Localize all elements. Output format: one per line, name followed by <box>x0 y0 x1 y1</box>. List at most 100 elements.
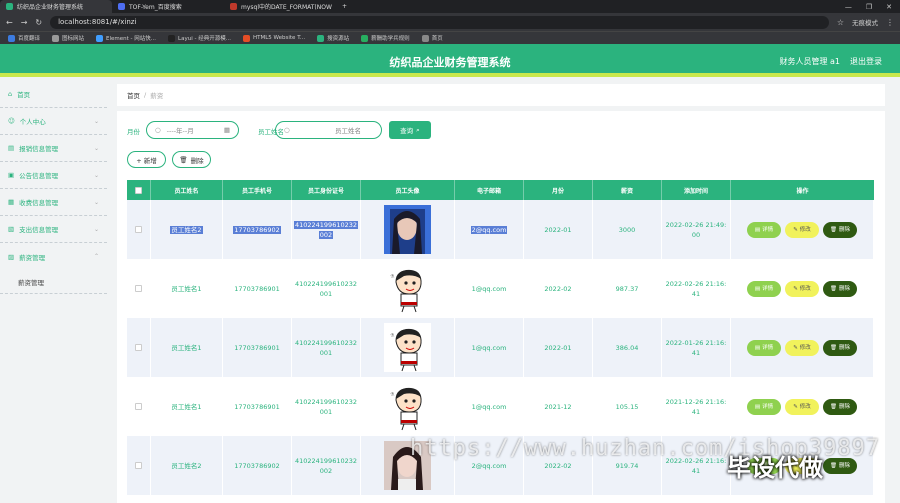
bookmark-item[interactable]: 薪酬助学兵规则 <box>361 34 410 42</box>
row-checkbox[interactable] <box>135 403 142 410</box>
detail-button[interactable]: ▤ 详情 <box>747 339 781 356</box>
cell-name: 员工姓名2 <box>170 225 203 234</box>
header-cell[interactable]: 员工身份证号 <box>292 180 361 200</box>
bookmark-item[interactable]: Layui - 经典开源模... <box>168 34 231 42</box>
url-input[interactable]: localhost:8081/#/xinzi <box>50 15 829 29</box>
table-cell <box>127 436 151 495</box>
table-row[interactable]: 员工姓名1 17703786901 410224199610232 001 ⚗ 1@qq.… <box>127 318 874 377</box>
detail-button[interactable]: ▤ 详情 <box>747 280 781 297</box>
profile-button[interactable]: 无痕模式 <box>852 17 878 27</box>
sidebar-item-label: 薪资管理 <box>19 253 46 262</box>
cell-phone: 17703786901 <box>234 284 280 293</box>
bookmark-item[interactable]: 搜资源站 <box>317 34 349 42</box>
delete-button[interactable]: 🗑 删除 <box>172 151 211 168</box>
sidebar-item-profile[interactable]: ☺ 个人中心 ⌄ <box>0 108 107 135</box>
menu-icon[interactable]: ⋮ <box>886 18 894 27</box>
receipt-icon: ▤ <box>8 144 15 152</box>
sidebar-item-expense[interactable]: ▧ 支出信息管理 ⌄ <box>0 216 107 243</box>
table-header: 员工姓名 员工手机号 员工身份证号 员工头像 电子邮箱 月份 薪资 添加时间 操… <box>127 180 874 200</box>
row-delete-button[interactable]: 🗑 删除 <box>823 221 857 238</box>
back-icon[interactable]: ← <box>6 18 13 27</box>
row-checkbox[interactable] <box>135 285 142 292</box>
edit-button[interactable]: ✎ 修改 <box>785 221 819 238</box>
table-row[interactable]: 员工姓名1 17703786901 410224199610232 001 ⚗ 1@qq.… <box>127 377 874 436</box>
breadcrumb-home[interactable]: 首页 <box>127 90 140 100</box>
cell-time: 2022-02-26 21:16: 41 <box>665 279 727 298</box>
name-input[interactable]: ○ 员工姓名 <box>275 121 382 139</box>
cell-salary: 919.74 <box>615 461 639 470</box>
cell-time: 2021-12-26 21:16: 41 <box>665 397 727 416</box>
sidebar-item-notice[interactable]: ▣ 公告信息管理 ⌄ <box>0 162 107 189</box>
sidebar-item-income[interactable]: ▦ 收费信息管理 ⌄ <box>0 189 107 216</box>
header-cell[interactable]: 电子邮箱 <box>455 180 524 200</box>
edit-button[interactable]: ✎ 修改 <box>785 339 819 356</box>
header-cell[interactable]: 月份 <box>524 180 593 200</box>
search-icon: ○ <box>284 126 290 134</box>
header-cell[interactable]: 员工头像 <box>361 180 455 200</box>
row-delete-button[interactable]: 🗑 删除 <box>823 339 857 356</box>
chevron-down-icon: ⌄ <box>93 171 99 179</box>
add-button[interactable]: + 新增 <box>127 151 166 168</box>
sidebar-item-reimburse[interactable]: ▤ 报销信息管理 ⌄ <box>0 135 107 162</box>
bookmark-item[interactable]: HTML5 Website T... <box>242 34 305 42</box>
table-row[interactable]: 员工姓名2 17703786902 410224199610232 002 2@qq.c… <box>127 200 874 259</box>
edit-button[interactable]: ✎ 修改 <box>785 280 819 297</box>
new-tab-button[interactable]: + <box>336 3 353 10</box>
detail-icon: ▤ <box>754 403 761 410</box>
cell-phone: 17703786902 <box>233 225 281 234</box>
row-delete-button[interactable]: 🗑 删除 <box>823 398 857 415</box>
sidebar-item-home[interactable]: ⌂ 首页 <box>0 81 107 108</box>
browser-tab[interactable]: mysql中的DATE_FORMAT(NOW <box>224 0 336 13</box>
row-checkbox[interactable] <box>135 226 142 233</box>
detail-button[interactable]: ▤ 详情 <box>747 221 781 238</box>
sidebar-item-label: 个人中心 <box>19 118 46 126</box>
table-cell: 员工姓名1 <box>151 318 223 377</box>
cell-name: 员工姓名1 <box>171 343 202 352</box>
tab-favicon <box>118 3 125 10</box>
cell-id-number: 410224199610232 001 <box>294 338 358 357</box>
breadcrumb-separator: / <box>144 91 147 99</box>
table-cell: 17703786901 <box>223 377 292 436</box>
chevron-down-icon: ⌄ <box>93 225 99 233</box>
star-icon[interactable]: ☆ <box>837 18 844 27</box>
search-button[interactable]: 查询 ⌕ <box>389 121 431 139</box>
header-cell[interactable]: 薪资 <box>593 180 662 200</box>
browser-tab[interactable]: 纺织品企业财务管理系统 <box>0 0 112 13</box>
month-input[interactable]: ○ ----年--月 ▦ <box>146 121 239 139</box>
sidebar-item-salary[interactable]: ▨ 薪资管理 ⌃ <box>0 243 107 270</box>
header-cell[interactable]: 操作 <box>731 180 874 200</box>
trash-icon: 🗑 <box>830 226 837 233</box>
cell-email: 1@qq.com <box>471 343 507 352</box>
bookmark-item[interactable]: 首页 <box>421 34 443 42</box>
sidebar-subitem-salary[interactable]: 薪资管理 <box>0 270 107 294</box>
row-checkbox[interactable] <box>135 344 142 351</box>
close-icon[interactable]: ✕ <box>886 3 892 11</box>
header-cell[interactable]: 添加时间 <box>662 180 731 200</box>
select-all-cell[interactable] <box>127 180 151 200</box>
edit-button[interactable]: ✎ 修改 <box>785 398 819 415</box>
row-delete-button[interactable]: 🗑 删除 <box>823 280 857 297</box>
logout-link[interactable]: 退出登录 <box>850 56 882 67</box>
bookmark-item[interactable]: Element - 网站快... <box>96 34 156 42</box>
select-all-checkbox[interactable] <box>135 186 142 194</box>
table-cell: 2021-12 <box>524 377 593 436</box>
bookmark-item[interactable]: 百度翻译 <box>8 34 40 42</box>
cell-salary: 3000 <box>618 225 636 234</box>
table-row[interactable]: 员工姓名1 17703786901 410224199610232 001 ⚗ 1@qq.… <box>127 259 874 318</box>
bookmark-item[interactable]: 图标网站 <box>52 34 84 42</box>
forward-icon[interactable]: → <box>21 18 28 27</box>
detail-button[interactable]: ▤ 详情 <box>747 398 781 415</box>
browser-tab[interactable]: TOF-Yem_百度搜索 <box>112 0 224 13</box>
minimize-icon[interactable]: — <box>845 3 852 11</box>
header-cell[interactable]: 员工姓名 <box>151 180 223 200</box>
header-cell[interactable]: 员工手机号 <box>223 180 292 200</box>
maximize-icon[interactable]: ❐ <box>866 3 872 11</box>
reload-icon[interactable]: ↻ <box>35 18 42 27</box>
avatar: ⚗ <box>384 382 431 431</box>
sidebar-item-label: 报销信息管理 <box>19 145 59 153</box>
cell-name: 员工姓名1 <box>171 284 202 293</box>
row-checkbox[interactable] <box>135 462 142 469</box>
notice-icon: ▣ <box>8 171 15 179</box>
cell-month: 2022-01 <box>544 343 572 352</box>
table-cell: 410224199610232 001 <box>292 318 361 377</box>
